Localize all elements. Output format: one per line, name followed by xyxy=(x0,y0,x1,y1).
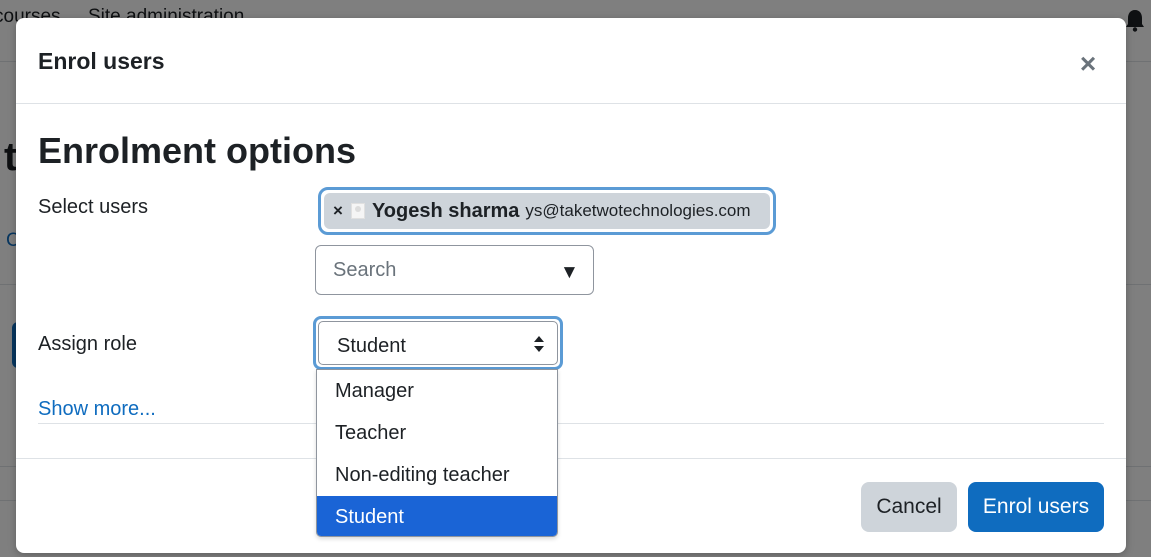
assign-role-label: Assign role xyxy=(38,333,137,355)
role-option-manager[interactable]: Manager xyxy=(317,370,557,412)
select-users-label: Select users xyxy=(38,196,149,218)
cancel-button[interactable]: Cancel xyxy=(861,482,957,532)
user-avatar-icon xyxy=(350,203,365,219)
modal-title: Enrol users xyxy=(38,48,165,74)
enrol-users-button[interactable]: Enrol users xyxy=(968,482,1104,532)
selected-user-chip-body: × Yogesh sharma ys@taketwotechnologies.c… xyxy=(324,193,770,229)
select-arrows-icon xyxy=(534,336,544,352)
remove-user-icon[interactable]: × xyxy=(333,201,343,221)
modal-header: Enrol users × xyxy=(16,18,1126,104)
assign-role-value: Student xyxy=(337,335,406,357)
role-option-teacher[interactable]: Teacher xyxy=(317,412,557,454)
role-option-student[interactable]: Student xyxy=(317,496,557,536)
selected-user-chip[interactable]: × Yogesh sharma ys@taketwotechnologies.c… xyxy=(318,187,776,235)
selected-user-name: Yogesh sharma xyxy=(371,199,520,222)
assign-role-select[interactable]: Student xyxy=(313,316,563,370)
caret-down-icon[interactable]: ▼ xyxy=(560,262,579,284)
role-dropdown-list: Manager Teacher Non-editing teacher Stud… xyxy=(316,369,558,537)
show-more-link[interactable]: Show more... xyxy=(38,398,156,421)
enrol-users-modal: Enrol users × Enrolment options Select u… xyxy=(16,18,1126,553)
selected-user-email: ys@taketwotechnologies.com xyxy=(525,201,751,220)
search-placeholder: Search xyxy=(333,259,397,281)
footer-divider xyxy=(16,458,1126,459)
assign-role-select-field: Student xyxy=(318,321,558,365)
close-icon[interactable]: × xyxy=(1076,50,1100,78)
user-search-input[interactable]: Search ▼ xyxy=(315,245,594,295)
role-option-non-editing-teacher[interactable]: Non-editing teacher xyxy=(317,454,557,496)
form-divider xyxy=(38,423,1104,424)
section-heading: Enrolment options xyxy=(38,130,356,171)
